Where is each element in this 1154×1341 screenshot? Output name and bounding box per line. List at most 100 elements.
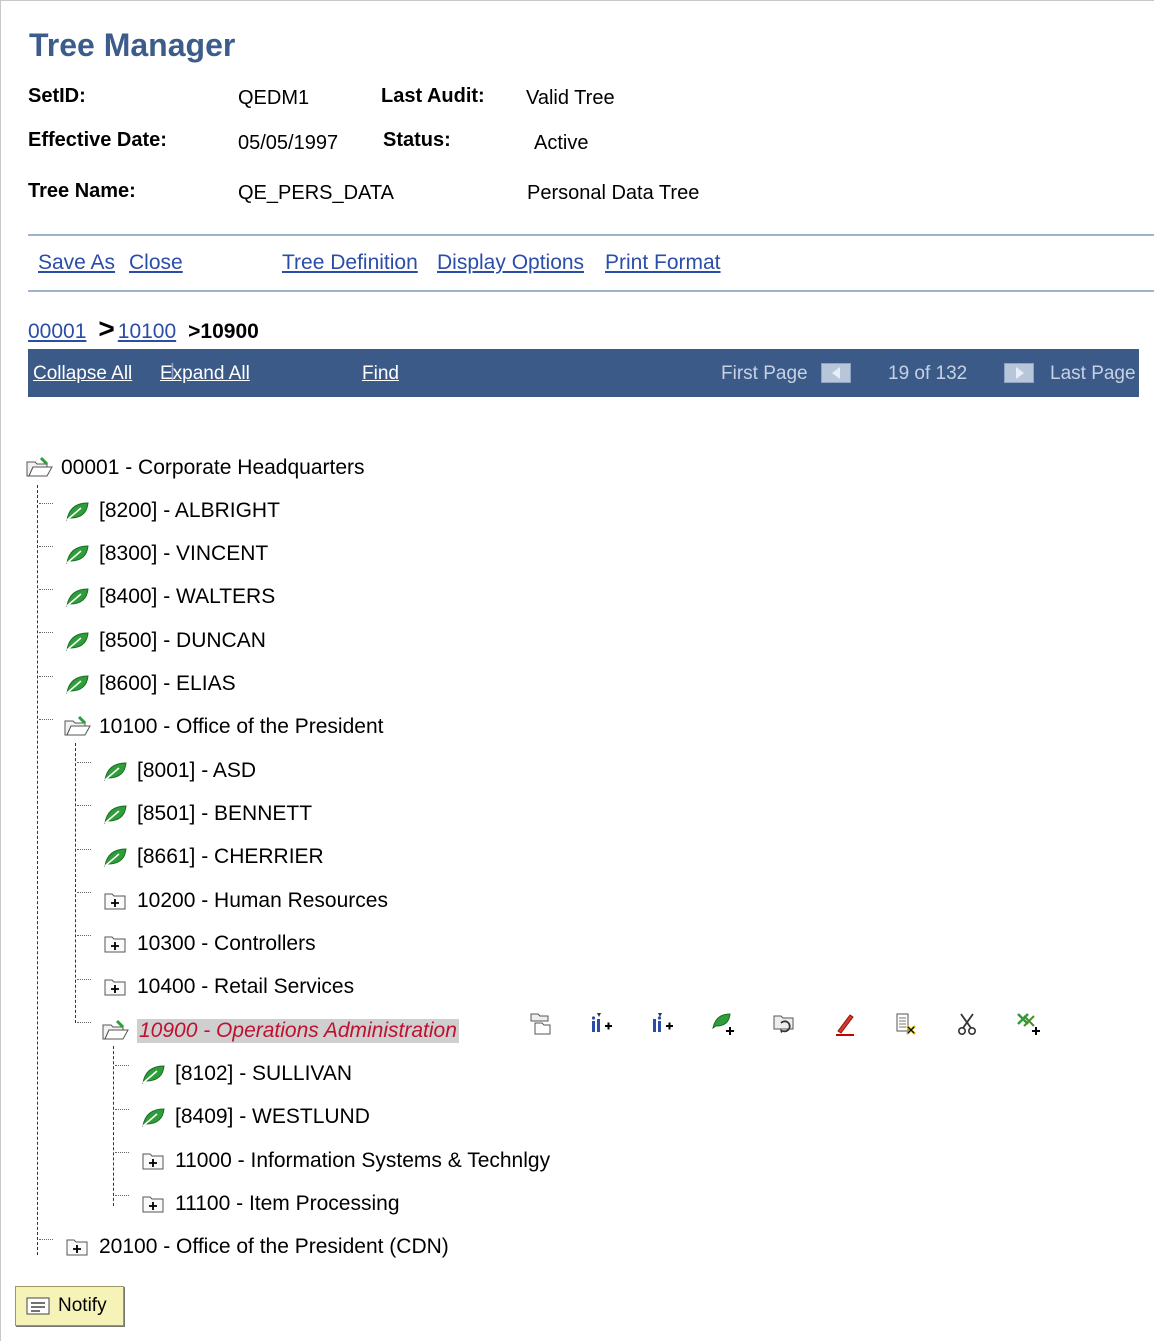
tree-leaf[interactable]: [8409] - WESTLUND xyxy=(139,1102,370,1132)
tree-node-label: [8600] - ELIAS xyxy=(99,672,236,695)
tree-branch xyxy=(77,849,91,850)
tree-branch xyxy=(115,1109,129,1110)
tree-node-label: 10300 - Controllers xyxy=(137,932,316,955)
tree-leaf[interactable]: [8501] - BENNETT xyxy=(101,799,312,829)
tree-leaf[interactable]: [8001] - ASD xyxy=(101,756,256,786)
tree-branch xyxy=(115,1065,129,1066)
cut-scissors-icon[interactable] xyxy=(953,1009,981,1039)
page-title: Tree Manager xyxy=(29,27,236,63)
expand-plus-icon[interactable] xyxy=(101,888,129,914)
status-value: Active xyxy=(534,132,589,154)
tree-node-label: [8501] - BENNETT xyxy=(137,802,313,825)
tree-node-10900-selected[interactable]: 10900 - Operations Administration xyxy=(101,1016,459,1046)
tree-node-10300[interactable]: 10300 - Controllers xyxy=(101,929,316,959)
leaf-icon xyxy=(139,1061,167,1087)
breadcrumb: 00001 > 10100 >10900 xyxy=(28,313,259,345)
leaf-icon xyxy=(101,758,129,784)
expand-plus-icon[interactable] xyxy=(139,1191,167,1217)
tree-node-label: [8500] - DUNCAN xyxy=(99,629,266,652)
insert-child-node-icon[interactable] xyxy=(587,1009,615,1039)
tree-branch xyxy=(77,762,91,763)
insert-leaf-icon[interactable] xyxy=(709,1009,737,1039)
edit-pencil-icon[interactable] xyxy=(831,1009,859,1039)
first-page-label: First Page xyxy=(721,363,808,384)
node-action-toolbar xyxy=(526,1009,1075,1039)
next-page-icon[interactable] xyxy=(1004,363,1034,383)
tree-definition-link[interactable]: Tree Definition xyxy=(282,251,418,275)
tree-node-11100[interactable]: 11100 - Item Processing xyxy=(139,1189,400,1219)
tree-name-label: Tree Name: xyxy=(28,180,136,202)
tree-node-label: 11100 - Item Processing xyxy=(175,1192,400,1215)
paste-node-icon[interactable] xyxy=(1014,1009,1042,1039)
notify-button[interactable]: Notify xyxy=(15,1286,124,1326)
leaf-icon xyxy=(63,671,91,697)
tree-branch xyxy=(77,805,91,806)
tree-connector-level3 xyxy=(113,1046,114,1206)
tree-node-20100[interactable]: 20100 - Office of the President (CDN) xyxy=(63,1232,449,1262)
expand-plus-icon[interactable] xyxy=(139,1148,167,1174)
notify-button-label: Notify xyxy=(58,1295,107,1316)
setid-label: SetID: xyxy=(28,85,86,107)
tree-leaf[interactable]: [8661] - CHERRIER xyxy=(101,842,324,872)
tree-leaf[interactable]: [8102] - SULLIVAN xyxy=(139,1059,352,1089)
open-folder-icon[interactable] xyxy=(63,714,91,740)
tree-branch xyxy=(115,1152,129,1153)
tree-node-label: 11000 - Information Systems & Technlgy xyxy=(175,1149,551,1172)
tree-node-label: [8102] - SULLIVAN xyxy=(175,1062,353,1085)
open-folder-icon[interactable] xyxy=(101,1018,129,1044)
expand-all-link[interactable]: Expand All xyxy=(160,363,250,385)
breadcrumb-separator: > xyxy=(98,313,115,344)
last-page-label: Last Page xyxy=(1050,363,1136,384)
tree-leaf[interactable]: [8200] - ALBRIGHT xyxy=(63,496,280,526)
tree-node-10100[interactable]: 10100 - Office of the President xyxy=(63,712,383,742)
tree-node-root[interactable]: 00001 - Corporate Headquarters xyxy=(25,453,365,483)
previous-page-icon[interactable] xyxy=(821,363,851,383)
effective-date-label: Effective Date: xyxy=(28,129,167,151)
tree-node-label: [8200] - ALBRIGHT xyxy=(99,499,280,522)
tree-branch xyxy=(115,1195,129,1196)
tree-branch xyxy=(39,1239,53,1240)
expand-plus-icon[interactable] xyxy=(101,931,129,957)
expand-plus-icon[interactable] xyxy=(63,1234,91,1260)
tree-leaf[interactable]: [8300] - VINCENT xyxy=(63,539,268,569)
close-link[interactable]: Close xyxy=(129,251,183,275)
tree-node-label: 00001 - Corporate Headquarters xyxy=(61,456,365,479)
open-folder-icon[interactable] xyxy=(25,455,53,481)
tree-node-label: 10200 - Human Resources xyxy=(137,889,388,912)
tree-branch xyxy=(39,546,53,547)
leaf-icon xyxy=(63,628,91,654)
leaf-icon xyxy=(63,584,91,610)
leaf-icon xyxy=(101,844,129,870)
tree-branch xyxy=(39,589,53,590)
print-format-link[interactable]: Print Format xyxy=(605,251,721,275)
breadcrumb-link-10100[interactable]: 10100 xyxy=(118,320,176,344)
insert-detail-icon[interactable] xyxy=(648,1009,676,1039)
display-options-link[interactable]: Display Options xyxy=(437,251,584,275)
edit-data-icon[interactable] xyxy=(770,1009,798,1039)
tree-branch xyxy=(39,632,53,633)
leaf-icon xyxy=(63,541,91,567)
tree-node-label: [8661] - CHERRIER xyxy=(137,845,324,868)
breadcrumb-link-00001[interactable]: 00001 xyxy=(28,320,86,344)
expand-plus-icon[interactable] xyxy=(101,974,129,1000)
tree-name-value: QE_PERS_DATA xyxy=(238,182,394,204)
tree-node-label: 20100 - Office of the President (CDN) xyxy=(99,1235,449,1258)
tree-node-10200[interactable]: 10200 - Human Resources xyxy=(101,886,388,916)
tree-leaf[interactable]: [8500] - DUNCAN xyxy=(63,626,266,656)
tree-node-label: 10900 - Operations Administration xyxy=(137,1019,459,1043)
save-as-link[interactable]: Save As xyxy=(38,251,115,275)
breadcrumb-current: >10900 xyxy=(188,320,259,343)
leaf-icon xyxy=(63,498,91,524)
delete-node-icon[interactable] xyxy=(892,1009,920,1039)
find-link[interactable]: Find xyxy=(362,363,399,385)
tree-branch xyxy=(39,719,53,720)
collapse-all-link[interactable]: Collapse All xyxy=(33,363,132,385)
tree-node-11000[interactable]: 11000 - Information Systems & Technlgy xyxy=(139,1146,550,1176)
tree-leaf[interactable]: [8600] - ELIAS xyxy=(63,669,236,699)
tree-branch xyxy=(77,979,91,980)
tree-leaf[interactable]: [8400] - WALTERS xyxy=(63,582,275,612)
insert-sibling-node-icon[interactable] xyxy=(526,1009,554,1039)
last-audit-label: Last Audit: xyxy=(381,85,485,107)
tree-node-label: [8409] - WESTLUND xyxy=(175,1105,370,1128)
tree-node-10400[interactable]: 10400 - Retail Services xyxy=(101,972,354,1002)
